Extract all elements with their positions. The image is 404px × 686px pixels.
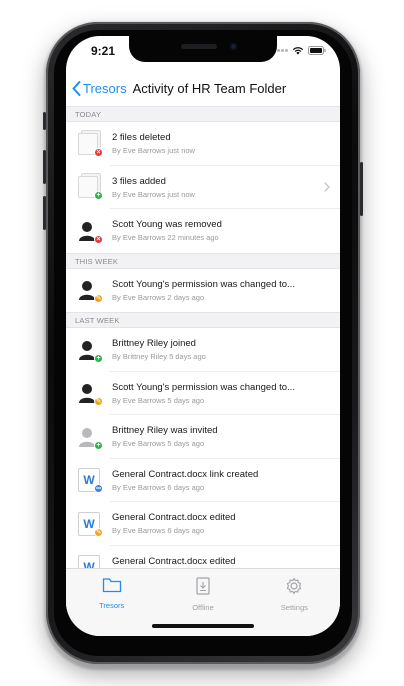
user-icon: ✎ xyxy=(78,381,103,407)
deleted-badge-icon: × xyxy=(94,147,103,157)
edited-badge-icon: ✎ xyxy=(94,294,103,304)
wifi-icon xyxy=(292,47,304,55)
activity-row[interactable]: +3 files added By Eve Barrows just now xyxy=(66,166,340,210)
user-pending-icon: + xyxy=(78,425,103,450)
activity-title: Scott Young was removed xyxy=(112,219,222,231)
user-icon: + xyxy=(78,338,103,363)
volume-down-button xyxy=(43,196,46,230)
back-button[interactable]: Tresors xyxy=(72,80,127,96)
user-icon: ✎ xyxy=(78,278,103,304)
activity-row[interactable]: × 2 files deleted By Eve Barrows just now xyxy=(66,122,340,166)
tab-label: Offline xyxy=(192,603,214,612)
added-badge-icon: + xyxy=(94,191,103,201)
activity-row[interactable]: × Scott Young was removed By Eve Barrows 2… xyxy=(66,209,340,253)
activity-subtitle: By Eve Barrows 22 minutes ago xyxy=(112,233,219,243)
section-header: TODAY xyxy=(66,106,340,122)
activity-row[interactable]: + Brittney Riley was invited By Eve Barrow… xyxy=(66,415,340,459)
battery-icon xyxy=(308,46,326,55)
activity-title: General Contract.docx edited xyxy=(112,512,236,524)
edited-badge-icon: ✎ xyxy=(94,397,103,407)
volume-up-button xyxy=(43,150,46,184)
section-header: THIS WEEK xyxy=(66,252,340,269)
chevron-right-icon xyxy=(324,181,330,192)
edited-badge-icon: ✎ xyxy=(94,527,103,537)
status-icons xyxy=(273,46,326,55)
word-doc-icon: W ∞ xyxy=(78,468,103,494)
status-time: 9:21 xyxy=(91,44,116,58)
activity-subtitle: By Brittney Riley 5 days ago xyxy=(112,352,206,362)
tab-label: Settings xyxy=(280,603,308,612)
files-icon: + xyxy=(78,173,103,201)
activity-row[interactable]: ✎ Scott Young's permission was changed to… xyxy=(66,372,340,416)
activity-row[interactable]: W ✎ General Contract.docx edited By Eve Bar… xyxy=(66,502,340,546)
activity-row[interactable]: ✎ Scott Young's permission was changed to… xyxy=(66,269,340,313)
activity-title: Brittney Riley was invited xyxy=(112,425,218,437)
activity-row[interactable]: + Brittney Riley joined By Brittney Riley … xyxy=(66,328,340,372)
added-badge-icon: + xyxy=(94,440,103,450)
tab-label: Tresors xyxy=(99,601,125,610)
activity-row[interactable]: W✎General Contract.docx editedBy Chester… xyxy=(66,546,340,568)
files-icon: × xyxy=(78,129,103,157)
activity-subtitle: By Eve Barrows just now xyxy=(112,146,195,156)
navigation-bar: Tresors Activity of HR Team Folder xyxy=(66,72,340,104)
activity-subtitle: By Eve Barrows just now xyxy=(112,189,195,199)
offline-icon xyxy=(196,577,210,600)
activity-title: General Contract.docx link created xyxy=(112,468,259,480)
speaker-grille xyxy=(181,44,217,49)
page-title: Activity of HR Team Folder xyxy=(132,80,287,96)
word-doc-icon: W✎ xyxy=(78,511,103,537)
activity-title: 2 files deleted xyxy=(112,132,171,144)
mute-switch xyxy=(43,112,46,130)
activity-title: General Contract.docx edited xyxy=(112,555,236,567)
activity-subtitle: By Eve Barrows 6 days ago xyxy=(112,526,205,536)
word-doc-icon: W✎ xyxy=(78,555,100,568)
folder-icon xyxy=(102,577,122,598)
activity-title: 3 files added xyxy=(112,175,166,187)
activity-subtitle: By Eve Barrows 2 days ago xyxy=(112,292,205,302)
screen: 9:21 Tresors Activity of HR Team Folder … xyxy=(66,36,340,636)
gear-icon xyxy=(285,577,303,600)
chevron-left-icon xyxy=(72,80,81,96)
user-icon: × xyxy=(78,219,103,244)
back-label: Tresors xyxy=(83,80,127,96)
section-header: LAST WEEK xyxy=(66,312,340,328)
activity-title: Scott Young's permission was changed to.… xyxy=(112,381,295,393)
deleted-badge-icon: × xyxy=(94,234,103,244)
tab-settings[interactable]: Settings xyxy=(249,577,340,636)
home-indicator xyxy=(152,624,254,628)
activity-subtitle: By Eve Barrows 5 days ago xyxy=(112,439,205,449)
power-button xyxy=(360,162,363,216)
link-badge-icon: ∞ xyxy=(94,484,103,494)
activity-title: Brittney Riley joined xyxy=(112,338,196,350)
notch xyxy=(129,36,277,62)
tab-tresors[interactable]: Tresors xyxy=(66,577,157,636)
activity-row[interactable]: W ∞ General Contract.docx link created By E… xyxy=(66,459,340,503)
activity-list[interactable]: TODAY × 2 files deleted By Eve Barrows just… xyxy=(66,106,340,568)
front-camera xyxy=(229,42,238,51)
activity-subtitle: By Eve Barrows 6 days ago xyxy=(112,482,205,492)
added-badge-icon: + xyxy=(94,353,103,363)
activity-title: Scott Young's permission was changed to.… xyxy=(112,278,295,290)
activity-subtitle: By Eve Barrows 5 days ago xyxy=(112,395,205,405)
